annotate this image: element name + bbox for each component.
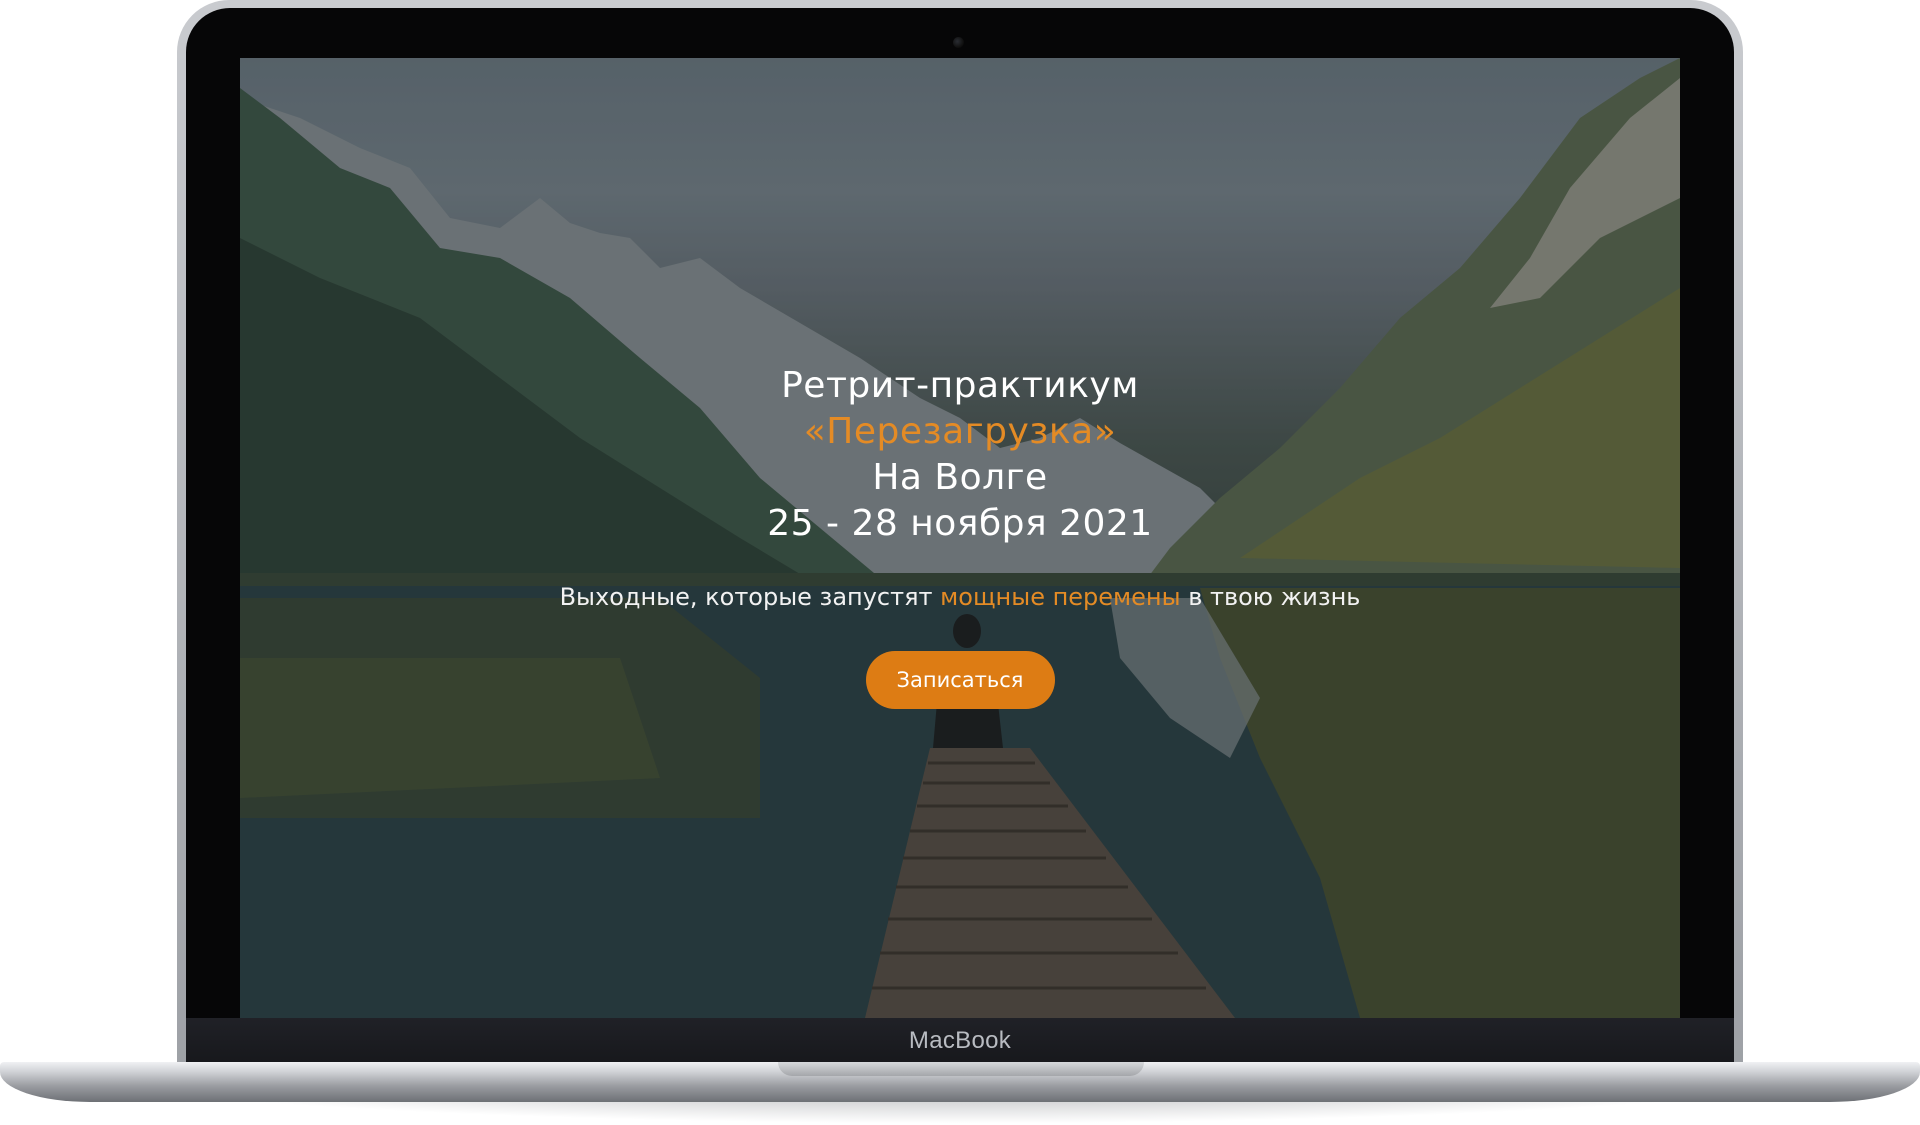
hero-title-line-1: Ретрит-практикум — [781, 365, 1139, 406]
hero-subtitle-highlight: мощные перемены — [940, 583, 1181, 611]
hero-title-line-4: 25 - 28 ноября 2021 — [767, 503, 1153, 544]
laptop-notch — [778, 1062, 1144, 1076]
camera-icon — [953, 37, 964, 48]
website-screen: Ретрит-практикум «Перезагрузка» На Волге… — [240, 58, 1680, 1018]
hero-title: Ретрит-практикум «Перезагрузка» На Волге… — [240, 363, 1680, 547]
hero-subtitle-end: в твою жизнь — [1180, 583, 1361, 611]
device-label: MacBook — [908, 1027, 1012, 1054]
hero-section: Ретрит-практикум «Перезагрузка» На Волге… — [240, 363, 1680, 709]
laptop-mockup: Ретрит-практикум «Перезагрузка» На Волге… — [0, 0, 1920, 1125]
hero-title-line-3: На Волге — [872, 457, 1048, 498]
hero-title-line-2: «Перезагрузка» — [803, 411, 1117, 452]
signup-button[interactable]: Записаться — [865, 651, 1055, 709]
hero-subtitle: Выходные, которые запустят мощные переме… — [240, 581, 1680, 613]
hero-subtitle-start: Выходные, которые запустят — [559, 583, 941, 611]
